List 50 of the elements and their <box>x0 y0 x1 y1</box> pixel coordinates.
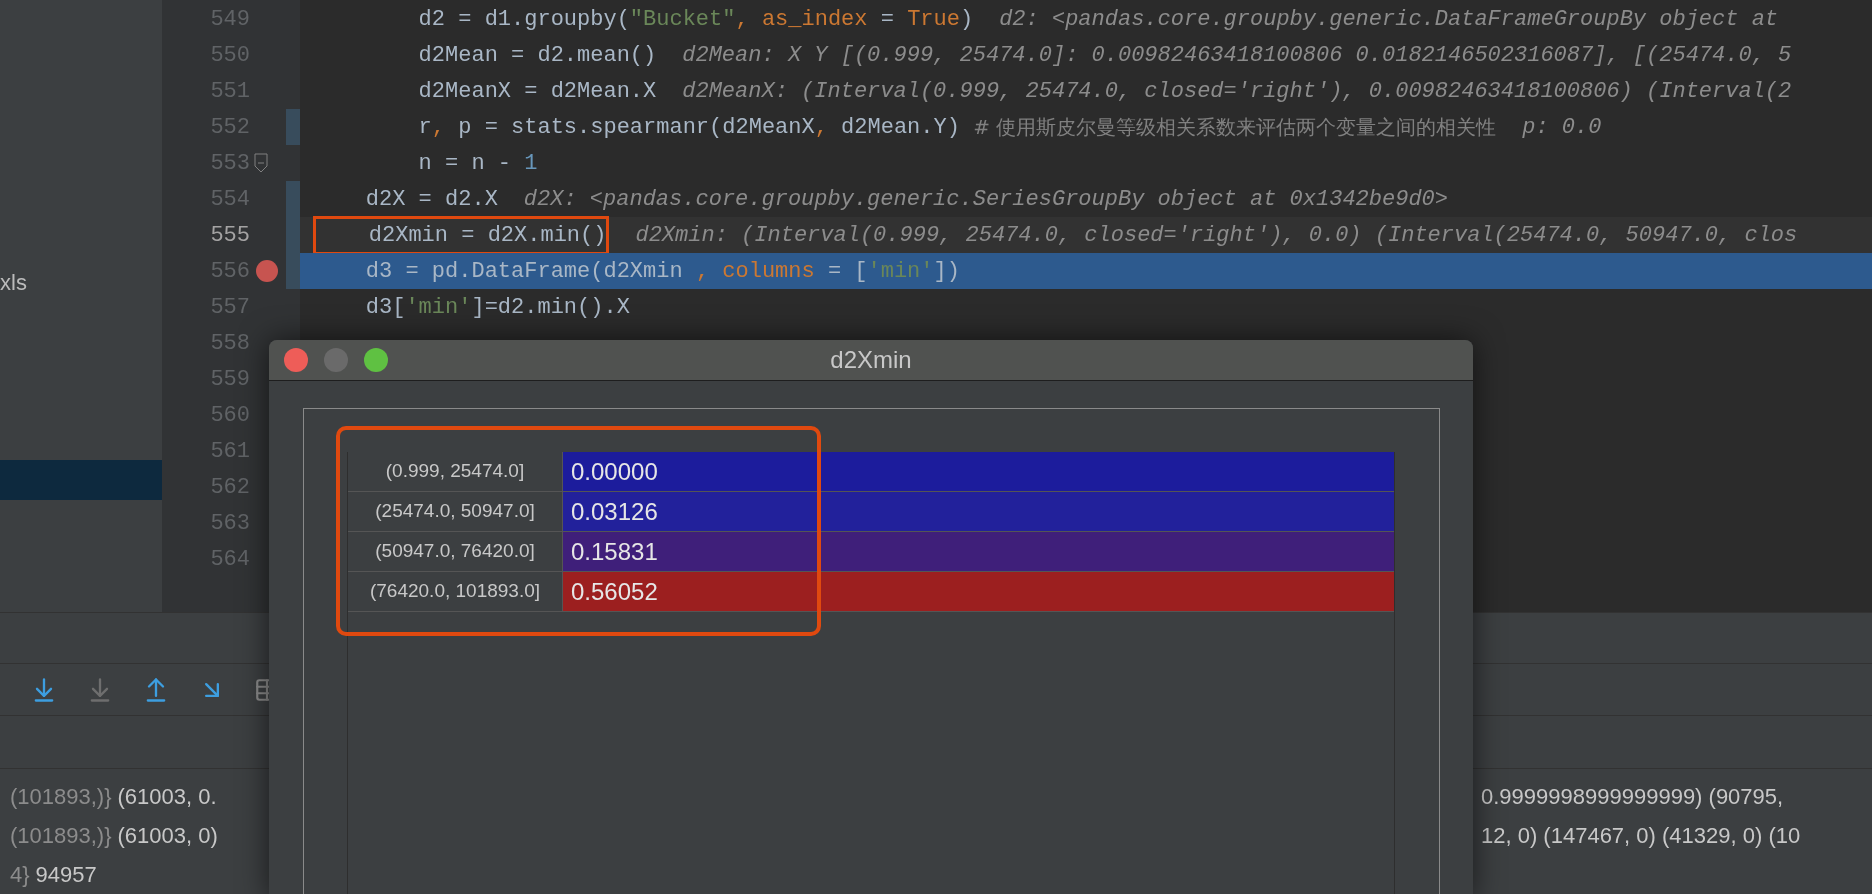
value-cell: 0.15831 <box>563 532 1394 571</box>
line-number: 555 <box>209 221 250 250</box>
code-text: d2Mean = d2.mean() <box>417 41 657 70</box>
window-title: d2Xmin <box>830 345 912 375</box>
variable-value: (61003, 0) <box>117 822 218 850</box>
code-text: , <box>431 113 446 142</box>
code-text: d2 = d1.groupby( <box>417 5 630 34</box>
code-text: d2X = d2.X <box>364 185 498 214</box>
code-text: ) <box>959 5 974 34</box>
project-tree-item[interactable]: xls <box>0 262 162 302</box>
inline-value-hint: d2Xmin: (Interval(0.999, 25474.0, closed='right'), 0.0) (Interval(25474.0, 50947.0, clos <box>635 221 1798 250</box>
zoom-button[interactable] <box>364 348 388 372</box>
code-text: p = stats.spearmanr(d2MeanX <box>457 113 815 142</box>
code-text: = <box>879 5 895 34</box>
close-button[interactable] <box>284 348 308 372</box>
variable-value: 0.9999998999999999) (90795, <box>1481 783 1784 811</box>
code-text: d2MeanX = d2Mean.X <box>417 77 657 106</box>
value-cell: 0.03126 <box>563 492 1394 531</box>
code-text: ]=d2.min().X <box>471 293 630 322</box>
code-text: d3[ <box>364 293 406 322</box>
code-text: , columns <box>695 257 815 286</box>
inline-value-hint: d2MeanX: (Interval(0.999, 25474.0, closed='right'), 0.00982463418100806) (Interval(2 <box>682 77 1792 106</box>
code-text: = [ <box>826 257 868 286</box>
variable-value: 94957 <box>35 861 97 889</box>
code-text: 'min' <box>405 293 472 322</box>
variable-value: (101893,)} <box>10 783 112 811</box>
code-text: n = n - <box>417 149 513 178</box>
code-text: ]) <box>933 257 960 286</box>
inline-value-hint: d2: <pandas.core.groupby.generic.DataFrameGroupBy object at <box>999 5 1779 34</box>
code-text: r <box>417 113 432 142</box>
inline-value-hint: p: 0.0 <box>1522 113 1602 142</box>
code-text: True <box>907 5 960 34</box>
code-text: "Bucket" <box>629 5 736 34</box>
code-text: , as_index <box>735 5 868 34</box>
value-cell: 0.56052 <box>563 572 1394 611</box>
variable-value: 4} <box>10 861 30 889</box>
inline-value-hint: d2X: <pandas.core.groupby.generic.SeriesGroupBy object at 0x1342be9d0> <box>523 185 1448 214</box>
variable-value: (61003, 0. <box>117 783 217 811</box>
code-text: , <box>814 113 828 142</box>
breakpoint-icon[interactable] <box>256 260 278 282</box>
code-text: d2Mean.Y) <box>840 113 961 142</box>
code-text: 1 <box>524 149 538 178</box>
code-text: 'min' <box>867 257 934 286</box>
inline-value-hint: d2Mean: X Y [(0.999, 25474.0]: 0.00982463418100806 0.0182146502316087], [(25474.0, 5 <box>682 41 1792 70</box>
value-cell: 0.00000 <box>563 452 1394 491</box>
code-comment: # 使用斯皮尔曼等级相关系数来评估两个变量之间的相关性 <box>973 114 1497 141</box>
variable-value: 12, 0) (147467, 0) (41329, 0) (10 <box>1481 822 1801 850</box>
variable-value: (101893,)} <box>10 822 112 850</box>
fold-icon[interactable] <box>254 153 268 173</box>
code-text: d3 = pd.DataFrame(d2Xmin <box>364 257 684 286</box>
